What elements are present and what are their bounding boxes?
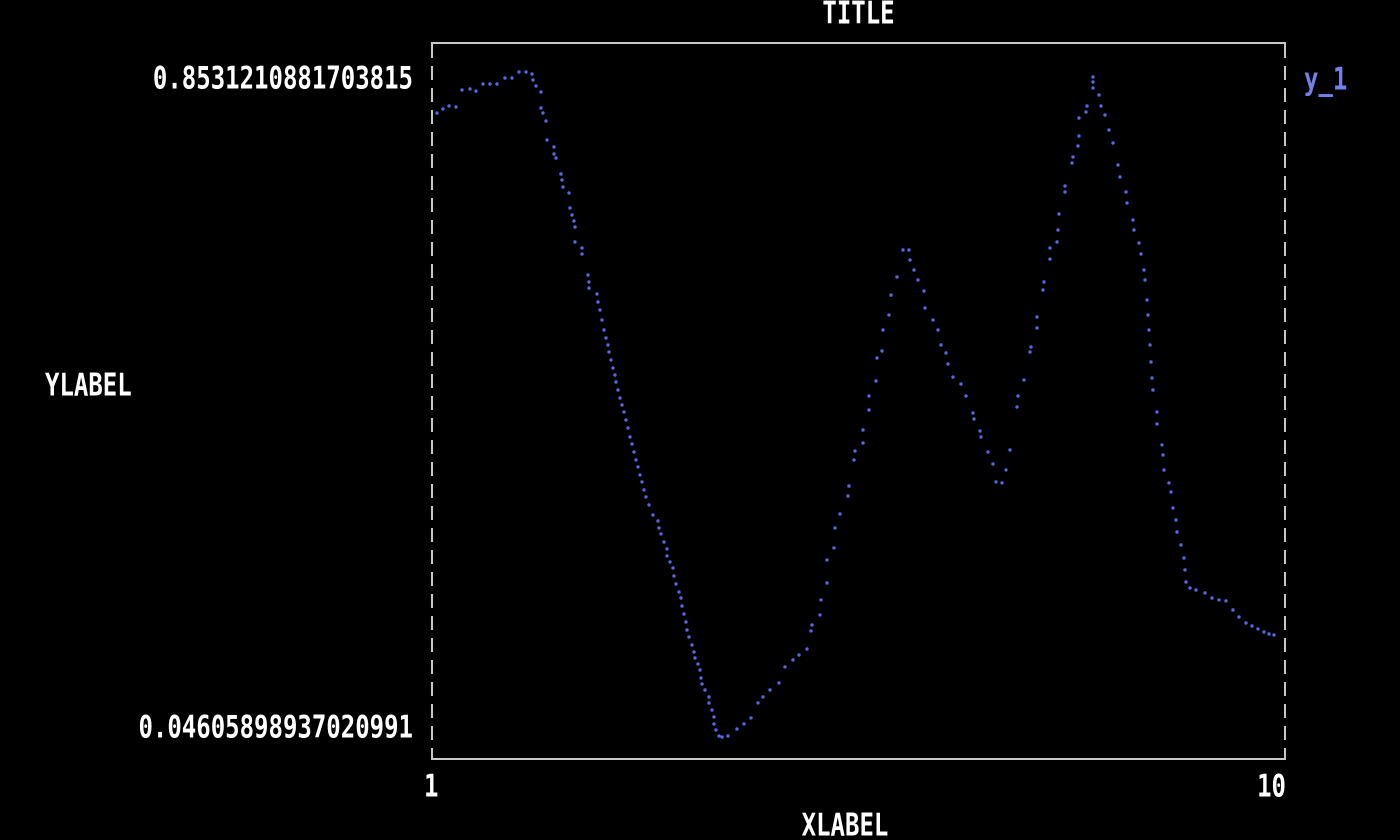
y-max-tick-label: 0.8531210881703815 bbox=[0, 62, 413, 93]
plot-border bbox=[431, 43, 1286, 759]
y-axis-label: YLABEL bbox=[45, 369, 132, 400]
x-tick-1: 1 bbox=[424, 770, 448, 801]
x-axis-label: XLABEL bbox=[431, 809, 1259, 840]
series-dots bbox=[435, 70, 1275, 738]
page-title: TITLE bbox=[431, 0, 1286, 29]
x-tick-10: 10 bbox=[1246, 770, 1286, 801]
terminal-plot: TITLE 0.8531210881703815 0.0460589893702… bbox=[0, 0, 1400, 840]
y-min-tick-label: 0.04605898937020991 bbox=[0, 711, 413, 742]
legend-label: y_1 bbox=[1304, 63, 1347, 94]
